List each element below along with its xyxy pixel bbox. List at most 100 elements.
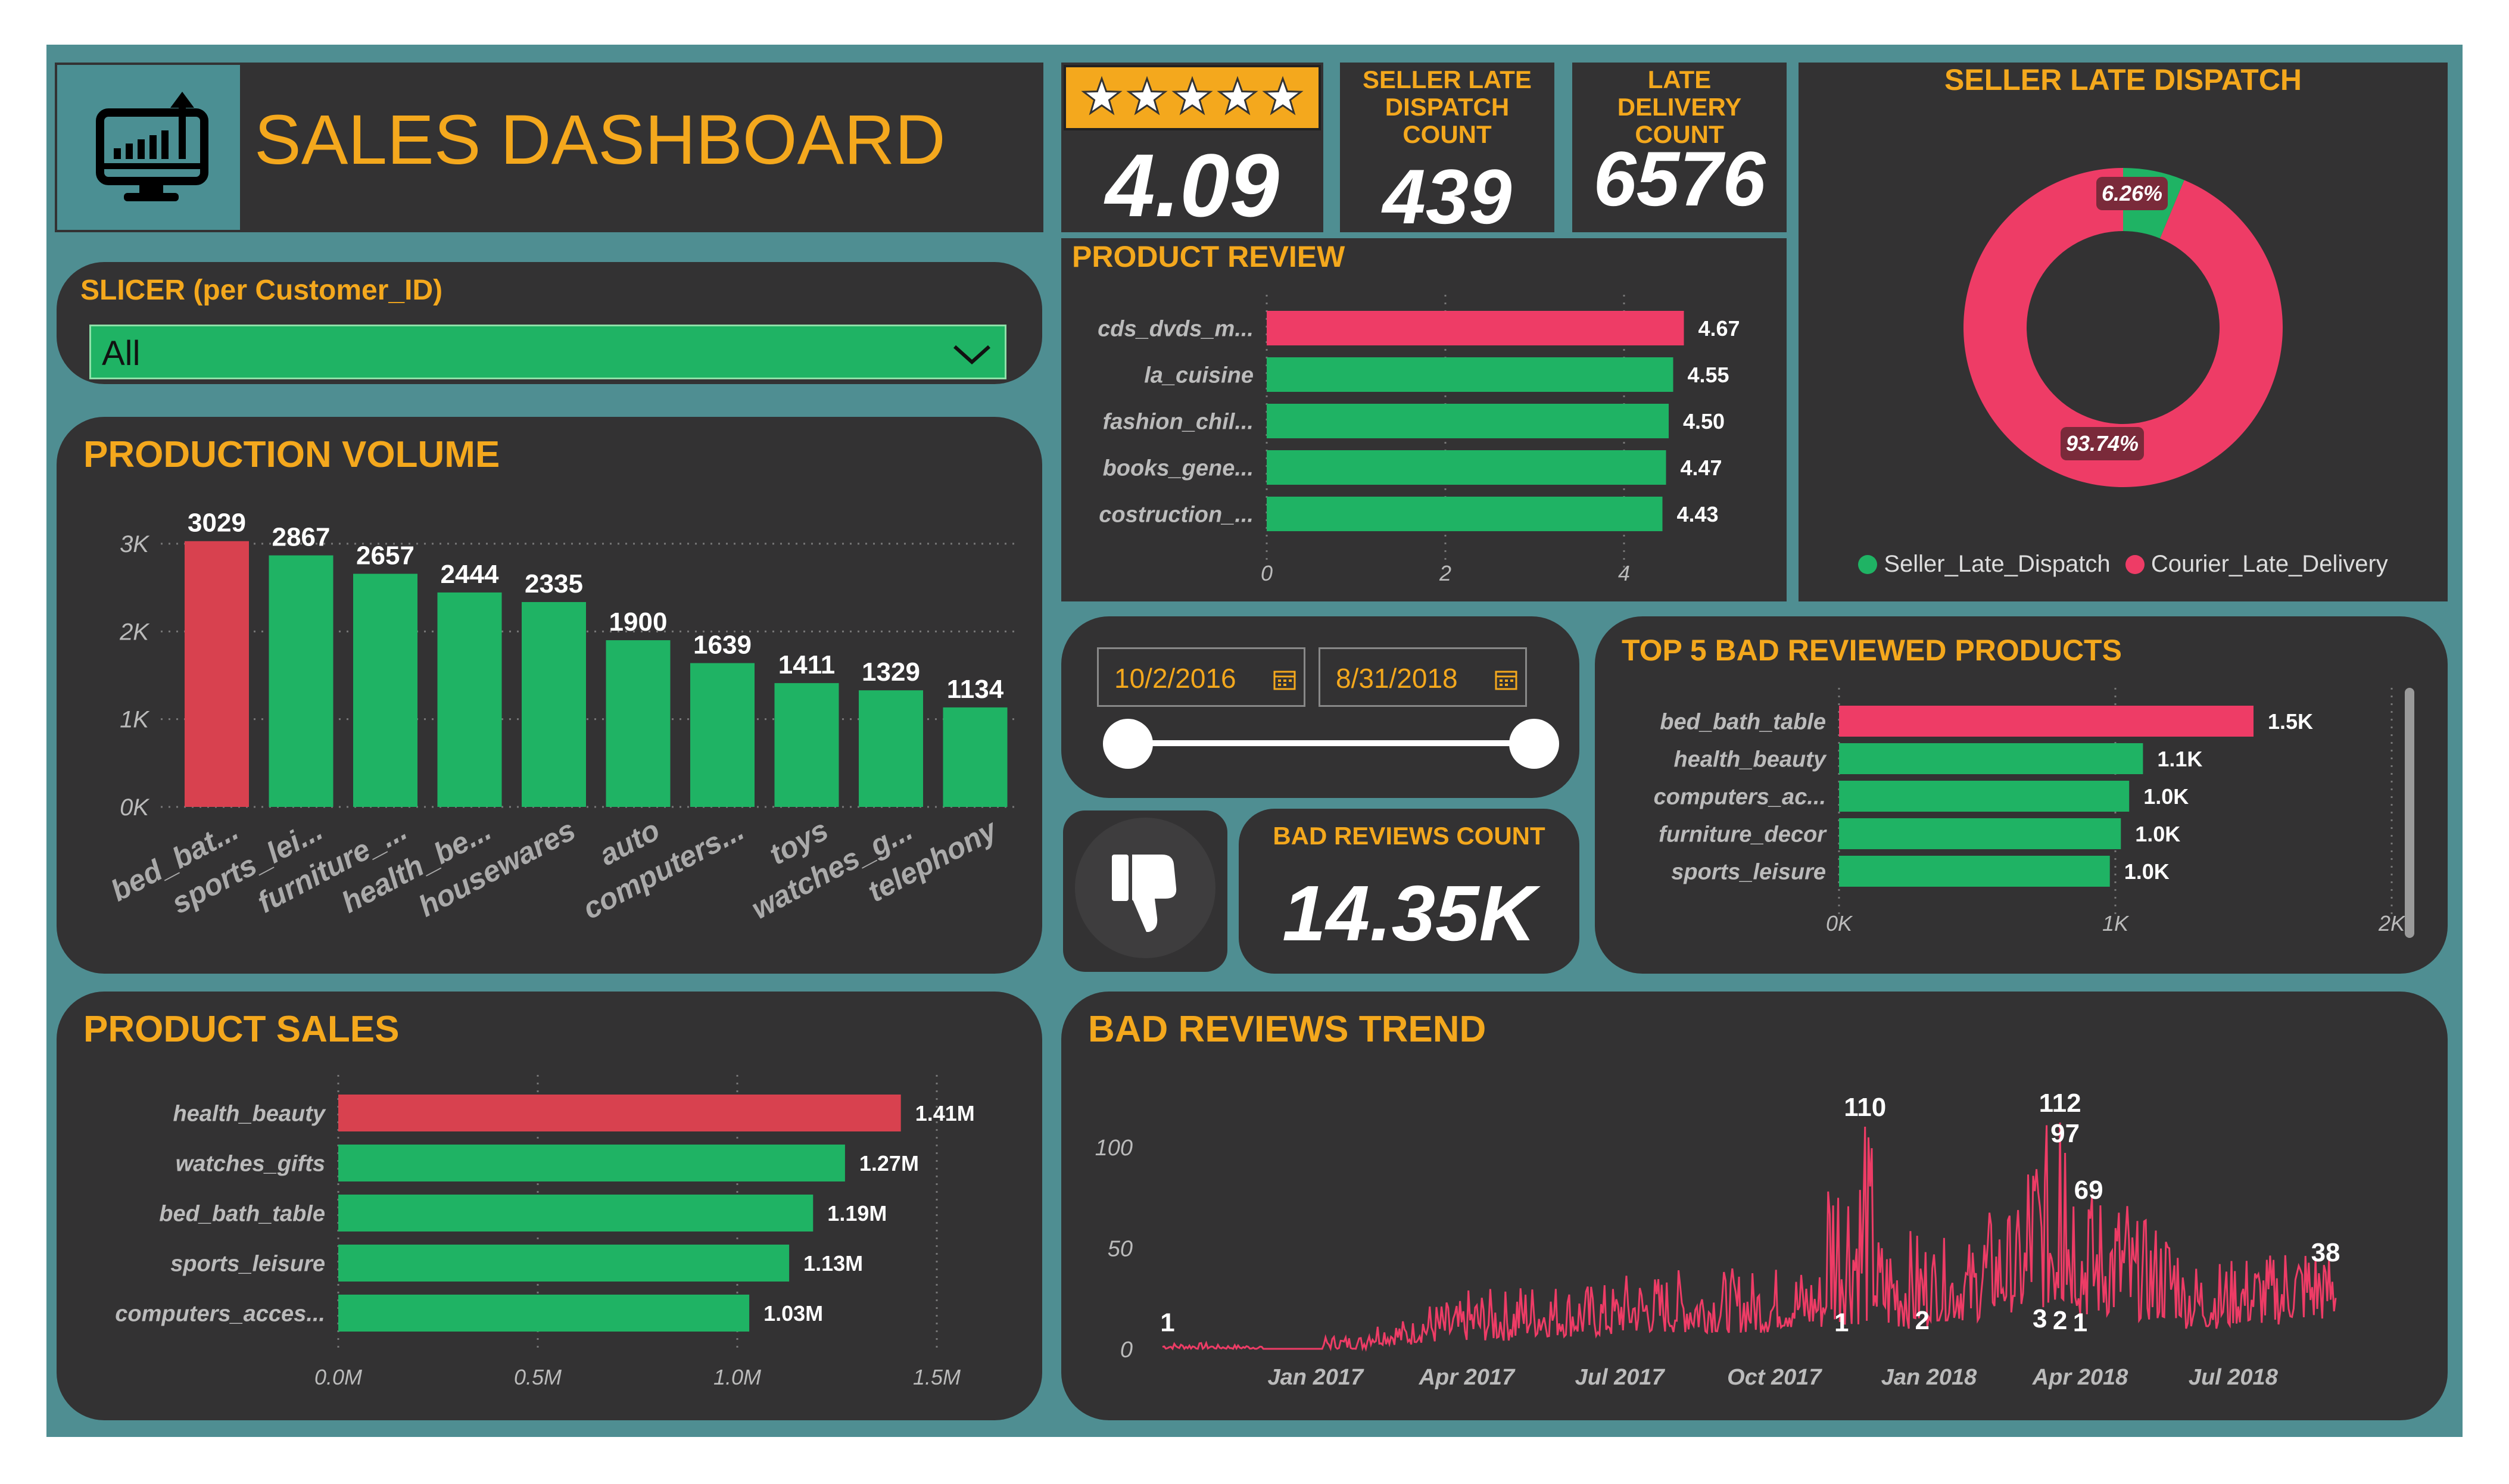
top5-bad-reviewed-chart: 0K 1K 2K bed_bath_table 1.5K health_beauty 1.1… <box>1654 688 2406 936</box>
data-label: 69 <box>2074 1176 2103 1205</box>
category-label: furniture_decor <box>1659 822 1827 847</box>
x-tick-label: 1.5M <box>913 1365 961 1389</box>
bar[interactable] <box>1267 497 1663 531</box>
bar[interactable] <box>338 1195 814 1232</box>
data-label: 112 <box>2039 1089 2081 1118</box>
header-panel: SALES DASHBOARD <box>55 63 1043 232</box>
y-tick-label: 0 <box>1120 1338 1133 1363</box>
bar[interactable] <box>338 1295 750 1332</box>
bar[interactable] <box>338 1145 845 1181</box>
category-label: books_gene... <box>1103 456 1254 481</box>
rating-card: 4.09 <box>1061 63 1323 235</box>
bar[interactable] <box>1267 450 1666 485</box>
top5-bad-reviewed-panel: TOP 5 BAD REVIEWED PRODUCTS 0K 1K 2K bed_ba… <box>1595 616 2448 974</box>
bar[interactable] <box>690 663 755 807</box>
data-label: 2444 <box>441 560 499 589</box>
chevron-down-icon <box>953 345 991 365</box>
bar[interactable] <box>1267 357 1673 392</box>
data-label: 1.0K <box>2143 784 2189 809</box>
seller-late-dispatch-count-card: SELLER LATE DISPATCH COUNT 439 <box>1340 63 1554 240</box>
seller-late-dispatch-count-value: 439 <box>1382 153 1512 240</box>
production-volume-chart: 0K1K2K3K3029bed_bat...2867sports_lei...2… <box>105 509 1015 925</box>
end-date-input[interactable]: 8/31/2018 <box>1319 647 1527 707</box>
bar[interactable] <box>338 1245 790 1282</box>
x-tick-label: 4 <box>1618 561 1630 585</box>
data-label: 1.19M <box>827 1201 887 1226</box>
bar[interactable] <box>522 601 586 807</box>
category-label: cds_dvds_m... <box>1098 317 1254 342</box>
data-label: 38 <box>2311 1238 2340 1267</box>
bar[interactable] <box>269 555 334 807</box>
data-label: 2335 <box>525 569 583 598</box>
data-label: 1.1K <box>2157 747 2202 771</box>
bar[interactable] <box>185 541 249 807</box>
y-tick-label: 3K <box>120 531 150 557</box>
date-slider-end-handle[interactable] <box>1509 719 1559 769</box>
date-slider-start-handle[interactable] <box>1103 719 1153 769</box>
seller-late-dispatch-donut: 6.26% 93.74% <box>1963 168 2283 487</box>
category-label: bed_bath_table <box>1660 710 1826 735</box>
data-label: 110 <box>1844 1093 1886 1122</box>
x-tick-label: Apr 2018 <box>2032 1365 2128 1390</box>
data-label: 1.27M <box>859 1151 919 1176</box>
header-icon-box <box>55 63 242 232</box>
data-label: 1134 <box>947 675 1004 704</box>
bar[interactable] <box>859 690 923 807</box>
x-tick-label: computers... <box>577 813 749 925</box>
y-tick-label: 0K <box>120 794 150 821</box>
slice-label: 6.26% <box>2102 181 2162 205</box>
data-label: 4.67 <box>1698 316 1740 341</box>
slicer-title: SLICER (per Customer_ID) <box>80 275 443 306</box>
category-label: watches_gifts <box>176 1152 325 1177</box>
page-title: SALES DASHBOARD <box>254 101 946 179</box>
bar[interactable] <box>338 1095 901 1131</box>
data-label: 2867 <box>272 523 331 552</box>
legend-courier-label: Courier_Late_Delivery <box>2150 551 2388 577</box>
data-label: 1 <box>1160 1308 1174 1338</box>
bar[interactable] <box>1839 743 2143 774</box>
data-label: 4.50 <box>1683 409 1725 434</box>
data-label: 1329 <box>862 657 920 687</box>
data-label: 1900 <box>609 607 668 637</box>
date-slider-track[interactable] <box>1128 740 1534 746</box>
bar[interactable] <box>437 592 502 807</box>
data-label: 1.0K <box>2135 822 2180 846</box>
calendar-icon <box>1495 671 1517 690</box>
star-icon <box>1126 76 1168 116</box>
data-label: 4.47 <box>1681 456 1722 480</box>
data-label: 97 <box>2050 1119 2080 1148</box>
customer-id-dropdown[interactable]: All <box>89 325 1006 379</box>
x-tick-label: Jan 2017 <box>1268 1365 1364 1390</box>
bar[interactable] <box>1839 856 2110 887</box>
category-label: bed_bath_table <box>159 1202 325 1227</box>
y-tick-label: 50 <box>1108 1236 1133 1261</box>
data-label: 3 <box>2033 1304 2047 1333</box>
data-label: 1 <box>2073 1308 2087 1338</box>
bar[interactable] <box>943 707 1008 807</box>
x-tick-label: 0 <box>1261 561 1273 585</box>
bar[interactable] <box>1839 706 2254 737</box>
trend-line[interactable] <box>1162 1123 2337 1352</box>
bar[interactable] <box>1267 311 1684 345</box>
product-sales-panel: PRODUCT SALES 0.0M 0.5M 1.0M 1.5M health_bea… <box>57 992 1042 1420</box>
data-label: 2 <box>2053 1306 2067 1335</box>
bad-reviews-trend-panel: BAD REVIEWS TREND 0 50 100 Jan 2017 Apr 2017… <box>1061 992 2448 1420</box>
bar[interactable] <box>1267 404 1669 438</box>
bar[interactable] <box>1839 781 2130 812</box>
category-label: computers_ac... <box>1654 785 1826 810</box>
category-label: health_beauty <box>173 1102 326 1127</box>
data-label: 1.41M <box>915 1101 975 1126</box>
bar[interactable] <box>774 683 839 807</box>
category-label: sports_leisure <box>170 1252 325 1277</box>
start-date-input[interactable]: 10/2/2016 <box>1097 647 1305 707</box>
x-tick-label: 0.0M <box>314 1365 362 1389</box>
scrollbar-thumb[interactable] <box>2405 688 2414 938</box>
bar[interactable] <box>606 640 671 807</box>
data-label: 2 <box>1915 1306 1929 1335</box>
bar[interactable] <box>1839 818 2121 849</box>
bar[interactable] <box>353 573 417 807</box>
start-date-value: 10/2/2016 <box>1114 663 1236 694</box>
category-label: costruction_... <box>1099 503 1254 528</box>
seller-late-dispatch-count-label: SELLER LATE DISPATCH COUNT <box>1363 66 1532 148</box>
star-icon <box>1262 76 1304 116</box>
